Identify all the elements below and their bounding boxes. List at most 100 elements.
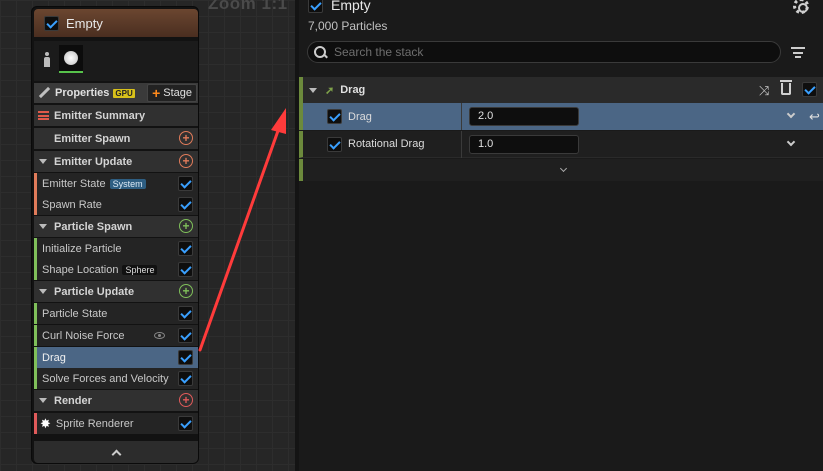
module-enable-checkbox[interactable] [802,82,817,97]
module-enable-checkbox[interactable] [178,350,193,365]
person-icon[interactable] [42,52,52,68]
collapse-triangle-icon[interactable] [39,224,47,229]
trash-icon[interactable] [780,80,792,95]
emitter-enable-checkbox[interactable] [308,0,323,13]
module-item-particle-state[interactable]: Particle State [34,303,198,324]
stage-header-emitter-update[interactable]: Emitter Update + [34,151,198,172]
collapse-triangle-icon[interactable] [309,87,317,93]
node-header[interactable]: Empty [34,9,198,37]
add-module-icon[interactable]: + [179,219,193,233]
row-label: Particle Spawn [54,220,133,233]
row-label: Drag [42,351,66,364]
stage-header-particle-update[interactable]: Particle Update + [34,281,198,302]
chevron-down-icon [559,164,567,173]
collapse-triangle-icon[interactable] [39,289,47,294]
module-item-drag[interactable]: Drag [34,347,198,368]
node-thumbnail-row [34,41,198,81]
module-enable-checkbox[interactable] [178,328,193,343]
chevron-down-icon[interactable] [786,109,796,119]
param-value-input[interactable]: 1.0 [469,135,579,154]
properties-label: Properties [55,87,110,99]
module-badge: Sphere [122,264,158,275]
module-item-emitter-state[interactable]: Emitter State System [34,173,198,194]
module-enable-checkbox[interactable] [178,306,193,321]
stage-label: Stage [163,87,192,99]
module-item-spawn-rate[interactable]: Spawn Rate [34,194,198,215]
row-label: Emitter Summary [54,109,146,122]
module-enable-checkbox[interactable] [178,197,193,212]
reset-to-default-icon[interactable]: ↩ [809,109,820,125]
add-module-icon[interactable]: + [179,131,193,145]
param-label: Rotational Drag [348,138,425,150]
emitter-node[interactable]: Empty Properties GPU + Stage Emitter Sum… [31,6,199,464]
plus-icon: + [152,85,161,101]
node-enable-checkbox[interactable] [44,15,59,31]
add-module-icon[interactable]: + [179,393,193,407]
row-label: Emitter Update [54,155,133,168]
zoom-label: Zoom 1:1 [208,0,288,13]
show-advanced-button[interactable] [299,159,823,181]
add-stage-button[interactable]: + Stage [147,84,197,102]
add-module-icon[interactable]: + [179,284,193,298]
stage-header-particle-spawn[interactable]: Particle Spawn + [34,216,198,237]
module-enable-checkbox[interactable] [178,176,193,191]
module-title: Drag [340,84,366,96]
stage-header-emitter-spawn[interactable]: Emitter Spawn + [34,128,198,149]
node-title: Empty [66,15,103,31]
eye-icon[interactable] [154,332,165,339]
gpu-badge: GPU [113,88,135,98]
module-enable-checkbox[interactable] [178,262,193,277]
param-label: Drag [348,110,372,123]
param-enable-checkbox[interactable] [327,136,342,152]
module-item-shape-location[interactable]: Shape Location Sphere [34,259,198,280]
emitter-summary-row[interactable]: Emitter Summary [34,105,198,126]
module-item-curl-noise-force[interactable]: Curl Noise Force [34,325,198,346]
row-label: Spawn Rate [42,198,102,211]
module-enable-checkbox[interactable] [178,371,193,386]
stage-header-render[interactable]: Render + [34,390,198,411]
param-row-drag[interactable]: Drag 2.0 ↩ [299,103,823,130]
param-value-input[interactable]: 2.0 [469,107,579,126]
drag-module: ➚ Drag ⤨ Drag 2.0 ↩ Rotational Drag 1.0 [299,77,823,181]
row-label: Render [54,394,92,407]
row-label: Initialize Particle [42,242,122,255]
module-badge: System [109,178,146,189]
row-label: Particle State [42,307,108,320]
module-icon: ➚ [325,84,335,97]
properties-row[interactable]: Properties GPU + Stage [34,83,198,103]
particle-count: 7,000 Particles [308,19,388,33]
module-enable-checkbox[interactable] [178,241,193,256]
chevron-up-icon [111,449,121,459]
panel-title-row: Empty [308,0,371,13]
shuffle-icon[interactable]: ⤨ [759,83,769,99]
search-icon [314,46,326,58]
node-collapse-button[interactable] [34,441,198,463]
gear-icon[interactable] [793,0,809,14]
selection-panel: Empty 7,000 Particles ➚ Drag ⤨ Drag 2.0 … [299,0,823,471]
module-item-solve-forces-and-velocity[interactable]: Solve Forces and Velocity [34,368,198,389]
param-enable-checkbox[interactable] [327,109,342,124]
row-label: Emitter Spawn [54,132,131,145]
module-enable-checkbox[interactable] [178,416,193,431]
module-item-sprite-renderer[interactable]: ✸ Sprite Renderer [34,413,198,434]
row-label: Sprite Renderer [55,417,134,430]
row-label: Particle Update [54,285,135,298]
collapse-triangle-icon[interactable] [39,159,47,164]
list-icon [38,111,49,120]
filter-icon[interactable] [791,47,805,58]
module-header[interactable]: ➚ Drag ⤨ [299,77,823,103]
particle-thumbnail[interactable] [59,45,83,73]
search-box[interactable] [307,41,781,63]
add-module-icon[interactable]: + [179,154,193,168]
row-label: Curl Noise Force [42,329,125,342]
row-label: Shape Location [42,263,119,276]
module-item-initialize-particle[interactable]: Initialize Particle [34,238,198,259]
chevron-down-icon[interactable] [786,137,796,147]
search-input[interactable] [334,42,774,62]
pencil-icon [38,87,50,99]
param-row-rotational-drag[interactable]: Rotational Drag 1.0 [299,131,823,158]
collapse-triangle-icon[interactable] [39,398,47,403]
panel-title: Empty [331,0,371,13]
row-label: Emitter State [42,177,106,190]
row-label: Solve Forces and Velocity [42,372,169,385]
